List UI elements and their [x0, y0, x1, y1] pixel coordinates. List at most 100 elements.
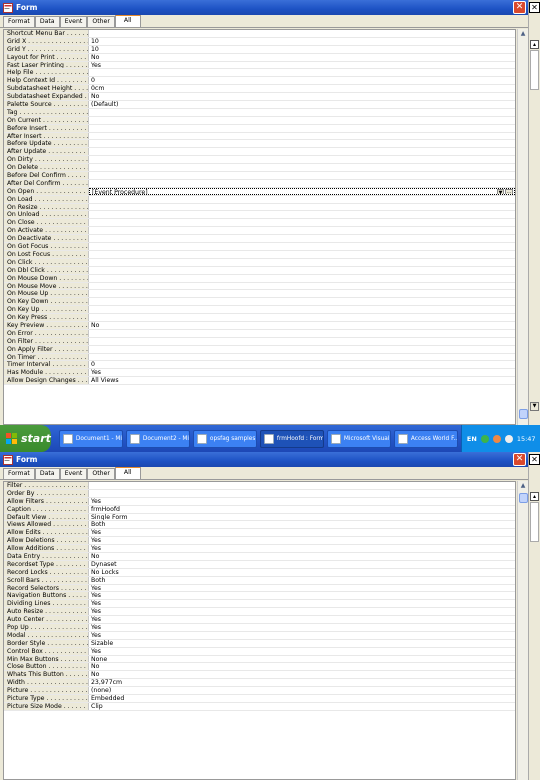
- scroll-thumb[interactable]: [519, 409, 528, 419]
- property-value[interactable]: Yes: [89, 537, 515, 544]
- property-row[interactable]: Record Locks . . . . . . . . . . . No Loc…: [4, 568, 515, 577]
- property-value[interactable]: [89, 235, 515, 242]
- tab-data[interactable]: Data: [34, 16, 60, 27]
- property-value[interactable]: frmHoofd: [89, 506, 515, 513]
- property-value[interactable]: No: [89, 663, 515, 670]
- property-row[interactable]: Layout for Print . . . . . . . . . No: [4, 53, 515, 62]
- property-row[interactable]: On Delete . . . . . . . . . . . . .: [4, 164, 515, 173]
- tab-format[interactable]: Format: [3, 468, 35, 479]
- property-row[interactable]: Order By . . . . . . . . . . . . . .: [4, 489, 515, 498]
- property-row[interactable]: Grid X . . . . . . . . . . . . . . . . 10: [4, 37, 515, 46]
- tab-event[interactable]: Event: [59, 16, 88, 27]
- property-row[interactable]: Auto Resize . . . . . . . . . . . . Yes: [4, 608, 515, 617]
- property-value[interactable]: Yes: [89, 624, 515, 631]
- property-value[interactable]: [89, 172, 515, 179]
- network-icon[interactable]: [480, 434, 489, 443]
- property-value[interactable]: All Views: [89, 377, 515, 384]
- property-row[interactable]: Allow Deletions . . . . . . . . . Yes: [4, 537, 515, 546]
- property-row[interactable]: After Update . . . . . . . . . . .: [4, 148, 515, 157]
- property-value[interactable]: No: [89, 93, 515, 100]
- property-row[interactable]: Control Box . . . . . . . . . . . . Yes: [4, 647, 515, 656]
- property-row[interactable]: On Lost Focus . . . . . . . . . .: [4, 250, 515, 259]
- property-row[interactable]: On Mouse Up . . . . . . . . . .: [4, 290, 515, 299]
- property-value[interactable]: [89, 482, 515, 489]
- restore-icon[interactable]: ▴: [530, 492, 539, 501]
- property-value[interactable]: Yes: [89, 369, 515, 376]
- property-row[interactable]: On Timer . . . . . . . . . . . . . .: [4, 353, 515, 362]
- property-value[interactable]: [89, 133, 515, 140]
- property-value[interactable]: [89, 243, 515, 250]
- property-row[interactable]: Tag . . . . . . . . . . . . . . . . . .: [4, 108, 515, 117]
- property-value[interactable]: [89, 275, 515, 282]
- property-row[interactable]: Whats This Button . . . . . . . No: [4, 671, 515, 680]
- property-row[interactable]: On Current . . . . . . . . . . . .: [4, 116, 515, 125]
- property-row[interactable]: Views Allowed . . . . . . . . . . Both: [4, 521, 515, 530]
- property-value[interactable]: [89, 117, 515, 124]
- property-row[interactable]: On Error . . . . . . . . . . . . . .: [4, 329, 515, 338]
- property-row[interactable]: On Key Press . . . . . . . . . .: [4, 314, 515, 322]
- property-row[interactable]: Close Button . . . . . . . . . . . No: [4, 663, 515, 672]
- property-row[interactable]: Allow Design Changes . . . . . All Views: [4, 377, 515, 386]
- property-row[interactable]: Navigation Buttons . . . . . . . Yes: [4, 592, 515, 601]
- property-row[interactable]: Key Preview . . . . . . . . . . . No: [4, 321, 515, 330]
- property-value[interactable]: [89, 314, 515, 321]
- tab-event[interactable]: Event: [59, 468, 88, 479]
- property-value[interactable]: None: [89, 656, 515, 663]
- property-value[interactable]: [89, 140, 515, 147]
- property-row[interactable]: On Apply Filter . . . . . . . . . .: [4, 345, 515, 354]
- restore-icon[interactable]: ▴: [530, 40, 539, 49]
- close-button[interactable]: ✕: [513, 1, 526, 14]
- tab-other[interactable]: Other: [87, 16, 115, 27]
- property-row[interactable]: After Insert . . . . . . . . . . . .: [4, 132, 515, 141]
- property-row[interactable]: Border Style . . . . . . . . . . . Sizabl…: [4, 639, 515, 648]
- property-row[interactable]: On Got Focus . . . . . . . . . .: [4, 243, 515, 251]
- property-row[interactable]: Picture . . . . . . . . . . . . . . . (no…: [4, 687, 515, 696]
- property-row[interactable]: On Dirty . . . . . . . . . . . . . .: [4, 156, 515, 165]
- background-scrollbar[interactable]: [530, 502, 539, 542]
- property-row[interactable]: Modal . . . . . . . . . . . . . . . . Yes: [4, 631, 515, 640]
- property-row[interactable]: Allow Edits . . . . . . . . . . . . Yes: [4, 529, 515, 538]
- property-value[interactable]: [89, 30, 515, 37]
- property-row[interactable]: On Key Down . . . . . . . . . .: [4, 298, 515, 307]
- property-row[interactable]: Subdatasheet Expanded . . . No: [4, 93, 515, 102]
- taskbar-button[interactable]: Microsoft Visual...: [326, 429, 391, 448]
- property-value[interactable]: 23,977cm: [89, 679, 515, 686]
- property-value[interactable]: [89, 109, 515, 116]
- taskbar-button[interactable]: Document2 - Mi...: [125, 429, 190, 448]
- tab-data[interactable]: Data: [34, 468, 60, 479]
- builder-ellipsis-icon[interactable]: …: [505, 188, 513, 194]
- start-button[interactable]: start: [0, 425, 51, 452]
- property-value[interactable]: [89, 211, 515, 218]
- property-value[interactable]: [89, 330, 515, 337]
- property-value[interactable]: [89, 196, 515, 203]
- property-row[interactable]: Palette Source . . . . . . . . . . (Defau…: [4, 101, 515, 109]
- property-value[interactable]: [89, 283, 515, 290]
- property-row[interactable]: Help Context Id . . . . . . . . .0: [4, 77, 515, 86]
- close-icon[interactable]: ✕: [529, 454, 540, 465]
- title-bar[interactable]: Form ✕: [0, 452, 528, 467]
- property-value[interactable]: [89, 251, 515, 258]
- property-row[interactable]: Picture Type . . . . . . . . . . . Embedd…: [4, 695, 515, 703]
- property-row[interactable]: Shortcut Menu Bar . . . . . . . .: [4, 30, 515, 38]
- property-row[interactable]: Allow Filters . . . . . . . . . . . Yes: [4, 497, 515, 506]
- background-scrollbar[interactable]: [530, 50, 539, 90]
- property-row[interactable]: Has Module . . . . . . . . . . . . Yes: [4, 369, 515, 378]
- property-row[interactable]: Pop Up . . . . . . . . . . . . . . . Yes: [4, 624, 515, 632]
- property-value[interactable]: Yes: [89, 608, 515, 615]
- property-row[interactable]: Timer Interval . . . . . . . . . . .0: [4, 361, 515, 370]
- property-row[interactable]: On Resize . . . . . . . . . . . . .: [4, 203, 515, 212]
- property-row[interactable]: Auto Center . . . . . . . . . . . . Yes: [4, 616, 515, 625]
- tab-other[interactable]: Other: [87, 468, 115, 479]
- tab-format[interactable]: Format: [3, 16, 35, 27]
- property-value[interactable]: [89, 156, 515, 163]
- property-value[interactable]: Yes: [89, 632, 515, 639]
- property-value[interactable]: 0: [89, 77, 515, 84]
- scroll-thumb[interactable]: [519, 493, 528, 503]
- property-row[interactable]: Picture Size Mode . . . . . . . Clip: [4, 702, 515, 711]
- property-value[interactable]: No: [89, 671, 515, 678]
- taskbar-button[interactable]: frmHoofd : Form: [259, 429, 324, 448]
- scroll-up-icon[interactable]: ▲: [518, 481, 528, 491]
- property-value[interactable]: Yes: [89, 585, 515, 592]
- property-row[interactable]: Before Del Confirm . . . . . . .: [4, 172, 515, 180]
- property-row[interactable]: On Load . . . . . . . . . . . . . .: [4, 195, 515, 204]
